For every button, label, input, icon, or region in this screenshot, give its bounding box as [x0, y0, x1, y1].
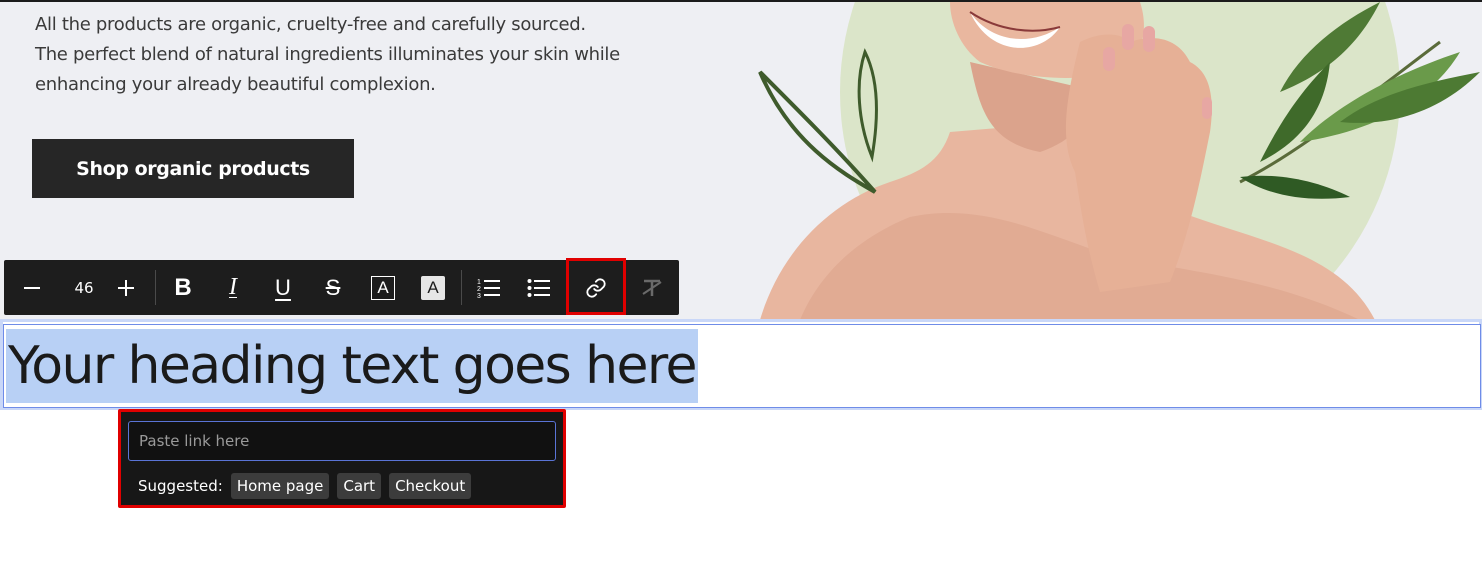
link-button-highlight	[566, 258, 626, 315]
hero-text-line: The perfect blend of natural ingredients…	[35, 44, 620, 65]
suggestion-cart[interactable]: Cart	[337, 472, 382, 499]
hero-model-image	[758, 2, 1480, 320]
hero-description: All the products are organic, cruelty-fr…	[35, 10, 675, 100]
bold-icon: B	[174, 273, 192, 301]
minus-icon	[24, 286, 40, 289]
hero-text-line: enhancing your already beautiful complex…	[35, 74, 436, 95]
heading-editor[interactable]: Your heading text goes here	[3, 324, 1481, 408]
text-color-button[interactable]: A	[364, 260, 402, 315]
suggestion-checkout[interactable]: Checkout	[389, 472, 472, 499]
svg-text:3: 3	[477, 293, 481, 299]
hero-text-line: All the products are organic, cruelty-fr…	[35, 14, 586, 35]
heading-text-selected[interactable]: Your heading text goes here	[6, 329, 698, 403]
bold-button[interactable]: B	[164, 260, 202, 315]
bullet-list-button[interactable]	[520, 260, 558, 315]
suggestion-home-page[interactable]: Home page	[230, 472, 330, 499]
font-size-value[interactable]: 46	[59, 260, 109, 315]
link-url-input[interactable]	[128, 421, 556, 461]
highlight-button[interactable]: A	[414, 260, 452, 315]
plus-icon	[118, 279, 134, 296]
ordered-list-button[interactable]: 1 2 3	[470, 260, 508, 315]
shop-organic-products-button[interactable]: Shop organic products	[32, 139, 354, 198]
clear-format-button[interactable]	[632, 260, 672, 315]
suggested-links: Suggested: Home page Cart Checkout	[138, 472, 472, 499]
link-popup: Suggested: Home page Cart Checkout	[118, 409, 566, 508]
ordered-list-icon: 1 2 3	[477, 279, 500, 299]
increase-font-size-button[interactable]	[106, 260, 146, 315]
decrease-font-size-button[interactable]	[12, 260, 52, 315]
strikethrough-button[interactable]: S	[314, 260, 352, 315]
underline-button[interactable]: U	[264, 260, 302, 315]
italic-icon: I	[229, 274, 237, 300]
highlight-icon: A	[421, 275, 445, 300]
suggested-label: Suggested:	[138, 476, 223, 495]
text-format-toolbar: 46 B I U S A A 1 2 3	[4, 258, 679, 315]
strikethrough-icon: S	[325, 274, 341, 300]
italic-button[interactable]: I	[214, 260, 252, 315]
toolbar-divider	[155, 270, 156, 305]
toolbar-divider	[461, 270, 462, 305]
clear-format-icon	[642, 279, 662, 296]
text-color-icon: A	[371, 275, 395, 300]
svg-text:1: 1	[477, 279, 481, 286]
bullet-list-icon	[527, 278, 550, 297]
underline-icon: U	[275, 274, 291, 300]
svg-text:2: 2	[477, 286, 481, 293]
heading-block: Your heading text goes here	[0, 319, 1482, 410]
